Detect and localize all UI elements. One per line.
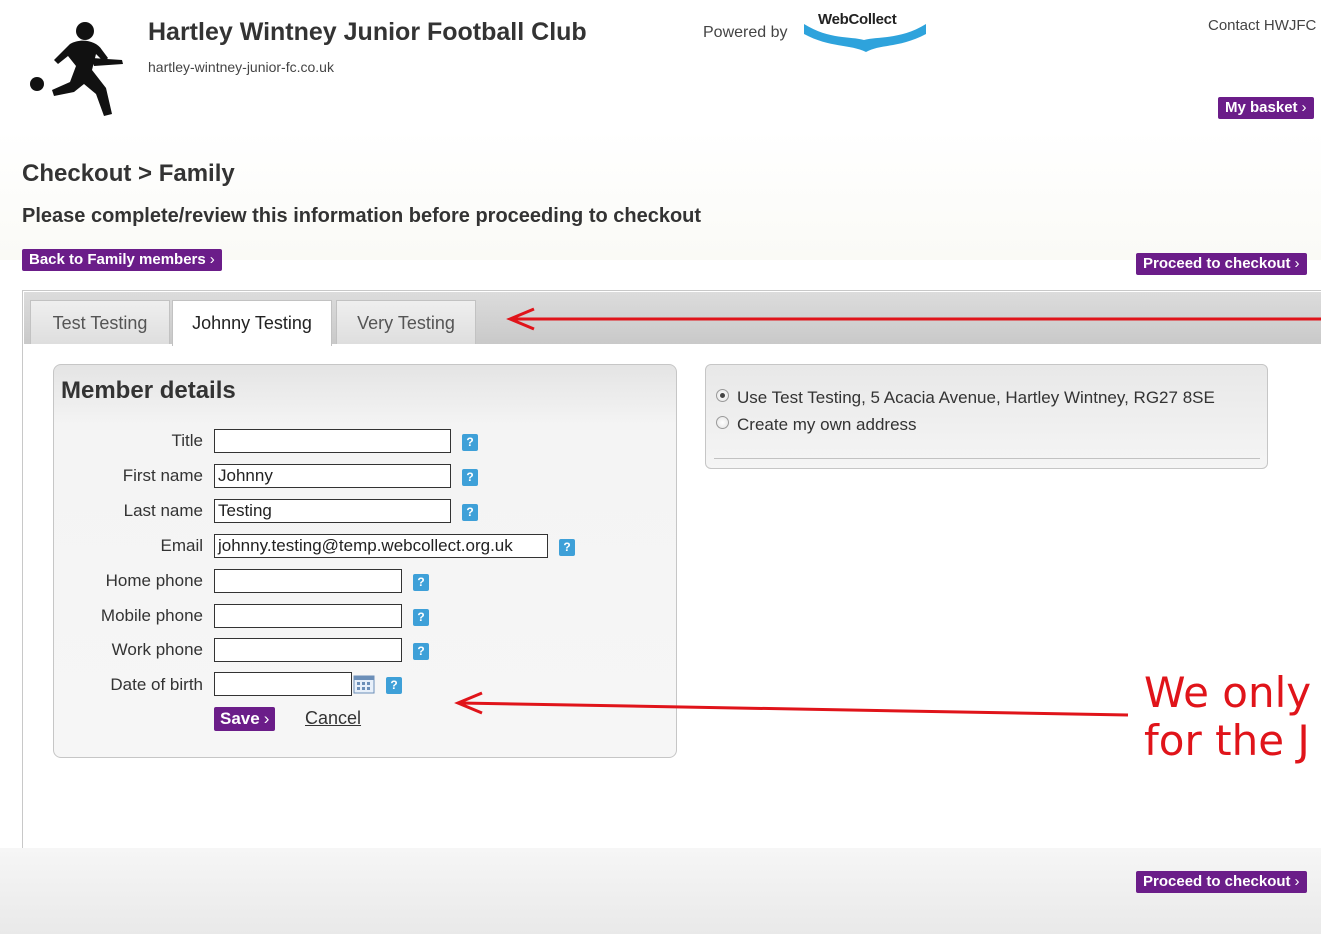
annotation-text-line-1: We only [1144, 668, 1312, 717]
back-to-family-button[interactable]: Back to Family members › [22, 249, 222, 271]
mobile-phone-label: Mobile phone [100, 606, 203, 625]
page-title: Checkout > Family [22, 160, 235, 187]
webcollect-wordmark: WebCollect [818, 11, 897, 28]
powered-by-label: Powered by [703, 24, 788, 41]
chevron-right-icon: › [209, 251, 215, 268]
title-help-icon[interactable]: ? [462, 434, 478, 451]
proceed-to-checkout-button-top[interactable]: Proceed to checkout › [1136, 253, 1307, 275]
home-phone-field[interactable] [214, 569, 402, 593]
member-details-heading: Member details [61, 377, 236, 404]
first-name-field[interactable]: Johnny [214, 464, 451, 488]
club-logo [30, 22, 123, 116]
last-name-help-icon[interactable]: ? [462, 504, 478, 521]
home-phone-help-icon[interactable]: ? [413, 574, 429, 591]
work-phone-help-icon[interactable]: ? [413, 643, 429, 660]
proceed-label: Proceed to checkout [1143, 873, 1291, 890]
dob-label: Date of birth [110, 675, 203, 694]
chevron-right-icon: › [263, 709, 270, 728]
title-field[interactable] [214, 429, 451, 453]
home-phone-label: Home phone [105, 571, 203, 590]
cancel-link[interactable]: Cancel [305, 708, 361, 729]
address-divider [714, 458, 1260, 459]
annotation-text-line-2: for the J [1144, 716, 1310, 765]
my-basket-button[interactable]: My basket › [1218, 97, 1314, 119]
email-field[interactable]: johnny.testing@temp.webcollect.org.uk [214, 534, 548, 558]
member-details-card [53, 364, 677, 758]
mobile-phone-field[interactable] [214, 604, 402, 628]
first-name-label: First name [122, 466, 203, 485]
my-basket-label: My basket [1225, 99, 1298, 116]
title-label: Title [171, 431, 204, 450]
mobile-phone-help-icon[interactable]: ? [413, 609, 429, 626]
chevron-right-icon: › [1294, 873, 1300, 890]
create-own-address-label[interactable]: Create my own address [737, 415, 917, 435]
tab-johnny-testing[interactable]: Johnny Testing [172, 300, 332, 346]
chevron-right-icon: › [1301, 99, 1307, 116]
save-label: Save [220, 709, 260, 728]
proceed-label: Proceed to checkout [1143, 255, 1291, 272]
tab-test-testing[interactable]: Test Testing [30, 300, 170, 344]
dob-field[interactable] [214, 672, 352, 696]
proceed-to-checkout-button-bottom[interactable]: Proceed to checkout › [1136, 871, 1307, 893]
contact-link[interactable]: Contact HWJFC [1208, 17, 1316, 34]
calendar-icon[interactable] [353, 674, 375, 694]
chevron-right-icon: › [1294, 255, 1300, 272]
title-band [0, 130, 1321, 260]
club-url[interactable]: hartley-wintney-junior-fc.co.uk [148, 59, 334, 75]
email-label: Email [160, 536, 203, 555]
use-existing-address-radio[interactable] [716, 389, 729, 402]
footer-band [0, 848, 1321, 934]
first-name-help-icon[interactable]: ? [462, 469, 478, 486]
work-phone-label: Work phone [111, 640, 203, 659]
create-own-address-radio[interactable] [716, 416, 729, 429]
work-phone-field[interactable] [214, 638, 402, 662]
use-existing-address-label[interactable]: Use Test Testing, 5 Acacia Avenue, Hartl… [737, 388, 1215, 408]
last-name-label: Last name [123, 501, 203, 520]
club-name: Hartley Wintney Junior Football Club [148, 18, 587, 46]
back-to-family-label: Back to Family members [29, 251, 206, 268]
save-button[interactable]: Save › [214, 707, 276, 731]
page-instruction: Please complete/review this information … [22, 205, 702, 227]
tab-very-testing[interactable]: Very Testing [336, 300, 476, 344]
last-name-field[interactable]: Testing [214, 499, 451, 523]
dob-help-icon[interactable]: ? [386, 677, 402, 694]
email-help-icon[interactable]: ? [559, 539, 575, 556]
